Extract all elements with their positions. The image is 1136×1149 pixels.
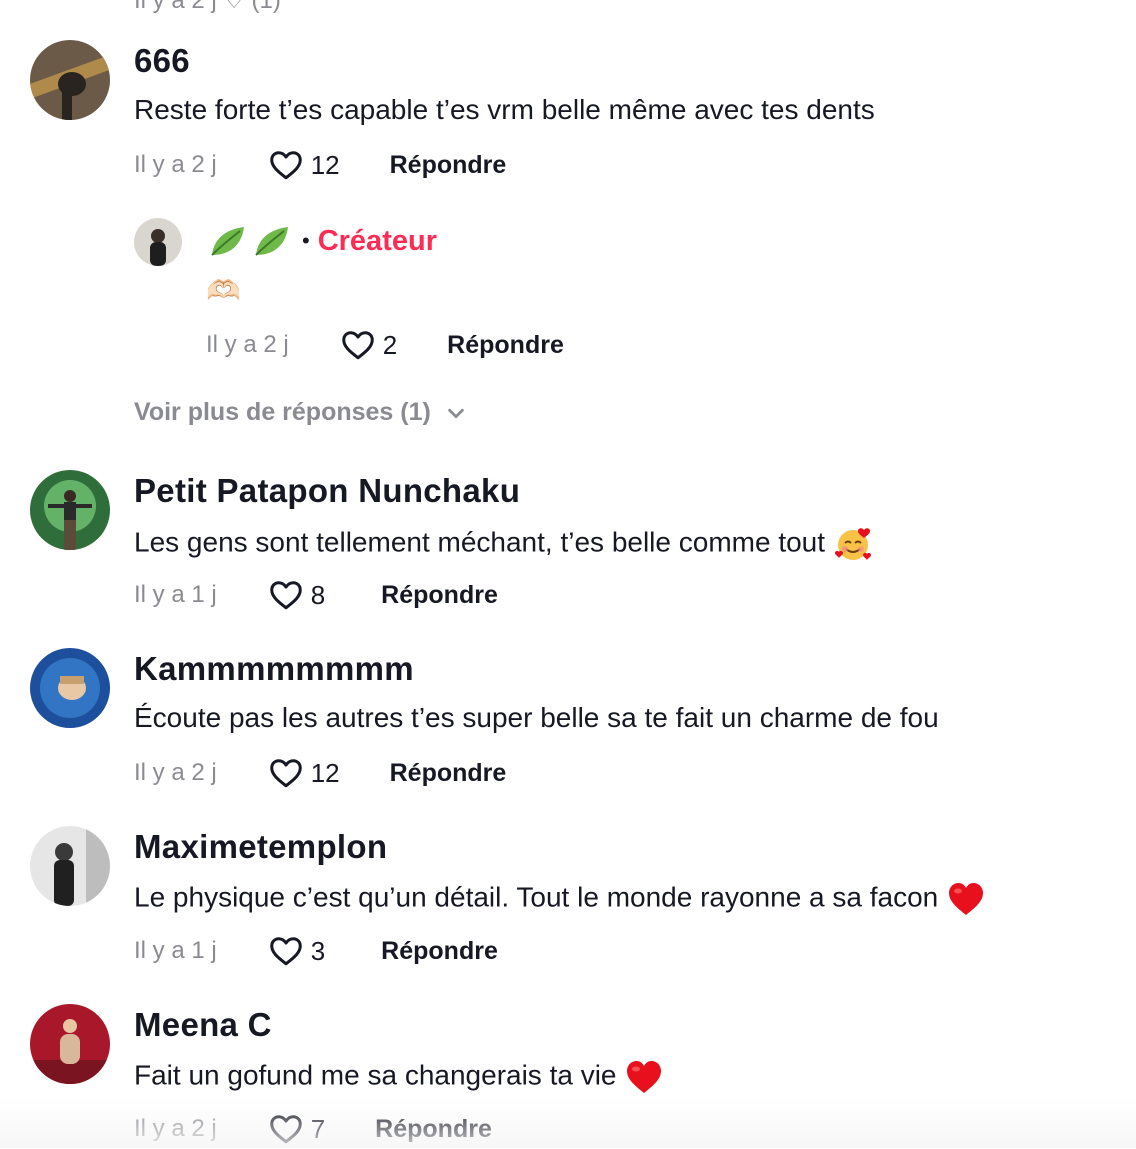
- like-button[interactable]: 12: [267, 755, 340, 791]
- like-count: 7: [310, 1113, 326, 1144]
- comment-text-body: Fait un gofund me sa changerais ta vie: [134, 1059, 617, 1091]
- comment-text: Le physique c’est qu’un détail. Tout le …: [134, 880, 986, 918]
- like-count: 8: [310, 579, 326, 610]
- heart-outline-icon: [269, 151, 302, 180]
- reply-button[interactable]: Répondre: [381, 581, 498, 610]
- like-button[interactable]: 3: [267, 933, 325, 969]
- red-heart-icon: [627, 1061, 662, 1093]
- leaf-icon: [255, 227, 288, 256]
- reply-button[interactable]: Répondre: [381, 937, 498, 966]
- avatar[interactable]: [30, 648, 110, 728]
- comment-meta: Il y a 2 j 12 Répondre: [134, 753, 506, 793]
- username[interactable]: Petit Patapon Nunchaku: [134, 472, 520, 510]
- leaf-emoji-username[interactable]: [206, 219, 294, 263]
- comment-meta: Il y a 2 j 7 Répondre: [134, 1109, 492, 1149]
- smiling-face-with-hearts-icon: [834, 528, 871, 560]
- timestamp: Il y a 2 j: [206, 331, 289, 358]
- reply-button[interactable]: Répondre: [375, 1115, 492, 1144]
- reply-meta: Il y a 2 j 2 Répondre: [206, 325, 564, 365]
- comment-meta: Il y a 1 j 3 Répondre: [134, 931, 498, 971]
- comment-meta: Il y a 2 j 12 Répondre: [134, 145, 506, 185]
- comment-text: Reste forte t’es capable t’es vrm belle …: [134, 94, 875, 125]
- username[interactable]: Kammmmmmmm: [134, 650, 414, 688]
- like-count: 2: [382, 329, 398, 360]
- timestamp: Il y a 2 j: [134, 759, 217, 786]
- reply-text: 🫶🏻: [206, 275, 241, 306]
- username[interactable]: Meena C: [134, 1006, 272, 1044]
- like-button[interactable]: 8: [267, 577, 325, 613]
- like-count: 3: [310, 935, 326, 966]
- like-button[interactable]: 12: [267, 147, 340, 183]
- see-more-replies[interactable]: Voir plus de réponses (1): [134, 398, 467, 427]
- avatar[interactable]: [30, 1004, 110, 1084]
- red-heart-icon: [949, 883, 984, 915]
- creator-badge: Créateur: [317, 224, 437, 257]
- avatar[interactable]: [30, 470, 110, 550]
- heart-outline-icon: [269, 581, 302, 610]
- comment-text: Fait un gofund me sa changerais ta vie: [134, 1058, 664, 1096]
- comment-text-body: Les gens sont tellement méchant, t’es be…: [134, 526, 826, 558]
- comment-text-body: Le physique c’est qu’un détail. Tout le …: [134, 881, 939, 913]
- timestamp: Il y a 2 j: [134, 151, 217, 178]
- reply-button[interactable]: Répondre: [447, 331, 564, 360]
- separator-dot: •: [302, 228, 310, 253]
- see-more-label: Voir plus de réponses (1): [134, 398, 431, 426]
- chevron-down-icon: [448, 408, 464, 418]
- like-count: 12: [310, 757, 340, 788]
- heart-outline-icon: [269, 759, 302, 788]
- username[interactable]: Maximetemplon: [134, 828, 387, 866]
- reply-header: • Créateur: [206, 218, 437, 264]
- username[interactable]: 666: [134, 42, 190, 80]
- comment-text: Écoute pas les autres t’es super belle s…: [134, 702, 939, 733]
- avatar[interactable]: [30, 40, 110, 120]
- timestamp: Il y a 2 j: [134, 1115, 217, 1142]
- heart-outline-icon: [269, 1115, 302, 1144]
- comment-meta: Il y a 1 j 8 Répondre: [134, 575, 498, 615]
- comment-text: Les gens sont tellement méchant, t’es be…: [134, 524, 873, 564]
- previous-comment-meta: Il y a 2 j ♡ (1): [134, 0, 281, 14]
- avatar[interactable]: [134, 218, 182, 266]
- reply-button[interactable]: Répondre: [390, 151, 507, 180]
- reply-button[interactable]: Répondre: [390, 759, 507, 788]
- heart-outline-icon: [269, 937, 302, 966]
- timestamp: Il y a 1 j: [134, 581, 217, 608]
- like-button[interactable]: 7: [267, 1111, 325, 1147]
- like-count: 12: [310, 149, 340, 180]
- avatar[interactable]: [30, 826, 110, 906]
- like-button[interactable]: 2: [339, 327, 397, 363]
- heart-outline-icon: [341, 331, 374, 360]
- timestamp: Il y a 1 j: [134, 937, 217, 964]
- leaf-icon: [211, 227, 244, 256]
